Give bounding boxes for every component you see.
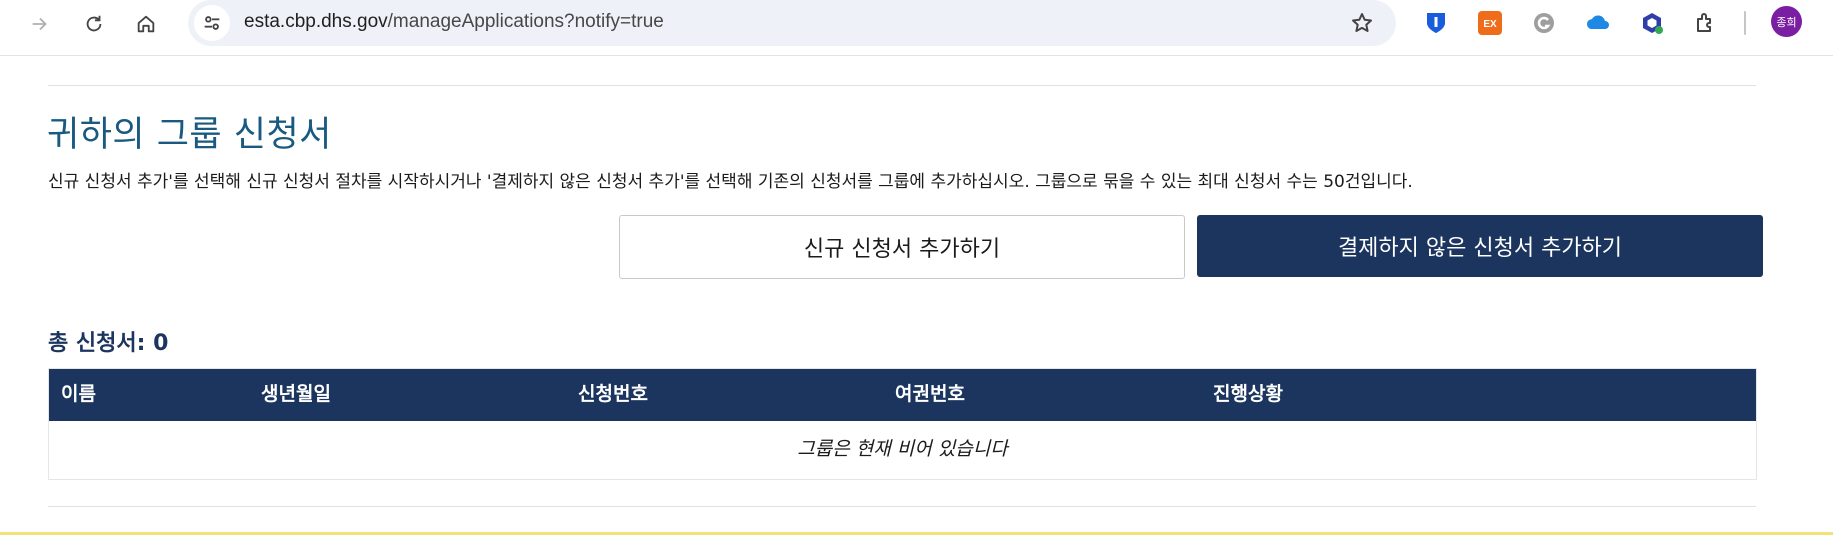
- empty-table-message: 그룹은 현재 비어 있습니다: [797, 438, 1008, 460]
- page-title: 귀하의 그룹 신청서: [47, 115, 332, 155]
- profile-avatar[interactable]: 종희: [1771, 6, 1802, 37]
- onedrive-extension[interactable]: [1582, 7, 1614, 39]
- ex-extension-icon: EX: [1478, 11, 1502, 35]
- toolbar-divider: [1744, 11, 1746, 35]
- site-info-button[interactable]: [194, 5, 230, 41]
- wappalyzer-extension[interactable]: [1636, 7, 1668, 39]
- home-button[interactable]: [128, 6, 164, 42]
- reload-icon: [86, 15, 102, 32]
- column-header-passport-number: 여권번호: [895, 383, 965, 405]
- onedrive-icon: [1586, 15, 1609, 29]
- svg-text:EX: EX: [1483, 19, 1497, 30]
- bookmark-star-button[interactable]: [1348, 9, 1376, 37]
- ex-extension[interactable]: EX: [1474, 7, 1506, 39]
- table-header: 이름 생년월일 신청번호 여권번호 진행상황: [49, 369, 1756, 421]
- add-unpaid-application-button[interactable]: 결제하지 않은 신청서 추가하기: [1197, 215, 1763, 277]
- forward-button[interactable]: [22, 6, 58, 42]
- arrow-right-icon: [32, 17, 47, 31]
- url-text[interactable]: esta.cbp.dhs.gov/manageApplications?noti…: [244, 0, 664, 46]
- star-icon: [1352, 13, 1372, 32]
- column-header-status: 진행상황: [1213, 383, 1283, 405]
- column-header-name: 이름: [61, 383, 96, 405]
- home-icon: [137, 15, 155, 33]
- url-path: /manageApplications?notify=true: [387, 11, 664, 32]
- column-header-birthdate: 생년월일: [261, 383, 331, 405]
- applications-table: 이름 생년월일 신청번호 여권번호 진행상황 그룹은 현재 비어 있습니다: [48, 368, 1757, 480]
- add-new-application-button[interactable]: 신규 신청서 추가하기: [619, 215, 1185, 279]
- extensions-puzzle-icon: [1697, 13, 1711, 32]
- column-header-application-number: 신청번호: [578, 383, 648, 405]
- wappalyzer-icon: [1643, 13, 1663, 34]
- grammarly-extension[interactable]: [1528, 7, 1560, 39]
- url-host: esta.cbp.dhs.gov: [244, 11, 388, 32]
- tune-icon: [204, 16, 220, 30]
- address-bar[interactable]: esta.cbp.dhs.gov/manageApplications?noti…: [188, 0, 1396, 46]
- extensions-button[interactable]: [1690, 7, 1722, 39]
- browser-toolbar: esta.cbp.dhs.gov/manageApplications?noti…: [0, 0, 1833, 56]
- top-divider: [48, 85, 1756, 86]
- bitwarden-extension[interactable]: [1420, 7, 1452, 39]
- reload-button[interactable]: [76, 6, 112, 42]
- page-description: 신규 신청서 추가'를 선택해 신규 신청서 절차를 시작하시거나 '결제하지 …: [48, 172, 1413, 192]
- bitwarden-icon: [1427, 13, 1445, 33]
- grammarly-icon: [1534, 13, 1554, 33]
- bottom-divider: [48, 506, 1756, 507]
- total-applications-count: 총 신청서: 0: [48, 331, 169, 356]
